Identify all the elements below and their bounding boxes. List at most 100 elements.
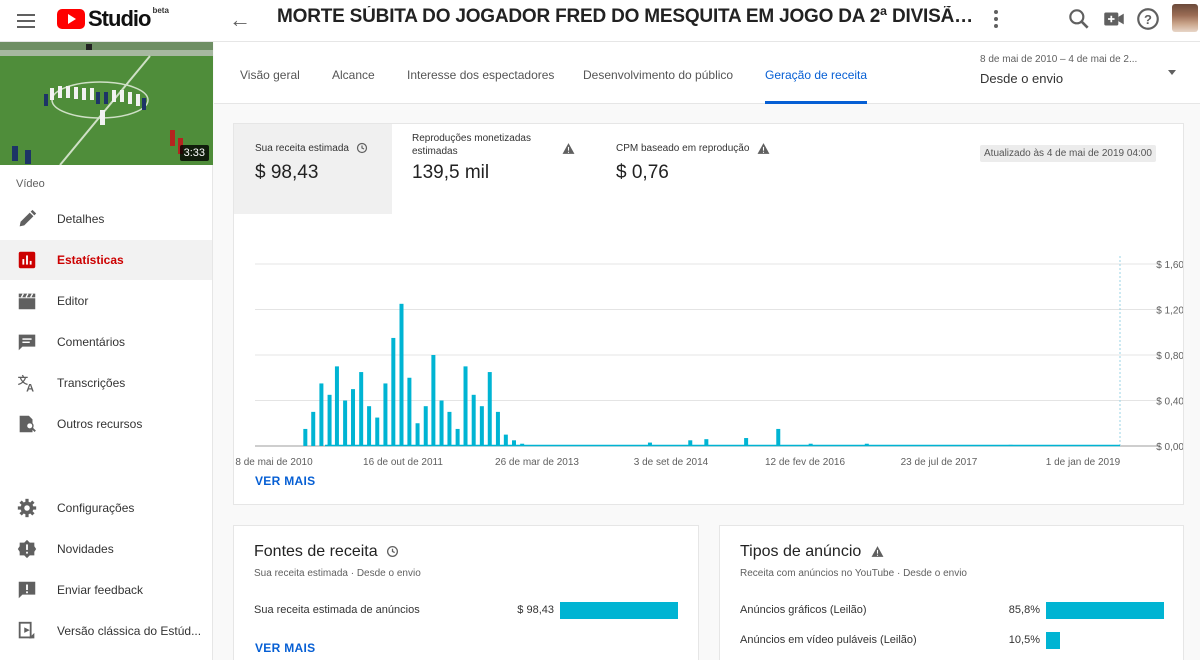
create-video-icon[interactable] [1101, 6, 1127, 32]
sidebar-item-label: Transcrições [57, 376, 126, 390]
feedback-icon [18, 581, 36, 599]
x-tick-label: 26 de mar de 2013 [495, 457, 579, 468]
chevron-down-icon [1168, 70, 1176, 75]
x-tick-label: 8 de mai de 2010 [235, 457, 313, 468]
sidebar-item-other-features[interactable]: Outros recursos [0, 404, 212, 444]
sidebar-item-classic-studio[interactable]: Versão clássica do Estúd... [0, 611, 212, 651]
logo-text: Studio [88, 6, 151, 31]
hamburger-menu-icon[interactable] [14, 9, 38, 33]
sidebar-item-label: Configurações [57, 501, 135, 515]
revenue-source-bar-track [560, 602, 678, 619]
document-search-icon [19, 415, 36, 433]
sidebar-item-settings[interactable]: Configurações [0, 488, 212, 528]
revenue-mark [327, 394, 332, 446]
revenue-mark [423, 406, 428, 446]
warning-icon [562, 143, 575, 154]
date-range-value: Desde o envio [980, 71, 1064, 86]
revenue-mark [351, 389, 356, 446]
svg-text:A: A [26, 382, 34, 394]
see-more-link[interactable]: VER MAIS [255, 474, 315, 488]
x-tick-label: 23 de jul de 2017 [901, 457, 978, 468]
sidebar-item-whats-new[interactable]: Novidades [0, 529, 212, 569]
x-tick-label: 16 de out de 2011 [363, 457, 443, 468]
metric-monetized-playbacks[interactable]: Reproduções monetizadas estimadas 139,5 … [392, 124, 582, 214]
top-bar: Studio beta ← MORTE SÚBITA DO JOGADOR FR… [0, 0, 1200, 42]
search-icon[interactable] [1066, 6, 1092, 32]
revenue-mark [311, 411, 316, 446]
sidebar-item-label: Novidades [57, 542, 114, 556]
revenue-mark [343, 400, 348, 446]
back-arrow-icon[interactable]: ← [229, 8, 251, 32]
sidebar-item-label: Outros recursos [57, 417, 143, 431]
revenue-mark [407, 377, 412, 446]
revenue-mark [431, 355, 436, 446]
revenue-mark [487, 372, 492, 446]
revenue-mark [447, 411, 452, 446]
video-duration: 3:33 [179, 145, 209, 161]
sidebar-item-details[interactable]: Detalhes [0, 199, 212, 239]
translate-icon: 文 A [18, 374, 34, 394]
revenue-mark [503, 434, 508, 446]
ad-type-bar-track [1046, 632, 1164, 649]
metric-estimated-revenue[interactable]: Sua receita estimada $ 98,43 [234, 124, 392, 214]
y-tick-label: $ 0,80 [1156, 351, 1183, 362]
sidebar-item-transcriptions[interactable]: 文 A Transcrições [0, 363, 212, 403]
sidebar-item-label: Estatísticas [57, 253, 124, 267]
date-range-selector[interactable]: 8 de mai de 2010 – 4 de mai de 2... Desd… [980, 54, 1180, 86]
clapperboard-icon [18, 293, 36, 310]
help-icon[interactable]: ? [1135, 6, 1161, 32]
tab-overview[interactable]: Visão geral [240, 68, 300, 104]
sidebar-item-comments[interactable]: Comentários [0, 322, 212, 362]
sidebar-item-editor[interactable]: Editor [0, 281, 212, 321]
revenue-mark [391, 337, 396, 446]
warning-icon [871, 546, 884, 558]
svg-text:?: ? [1144, 12, 1152, 27]
revenue-mark [367, 406, 372, 446]
beta-badge: beta [152, 5, 169, 15]
tab-audience[interactable]: Desenvolvimento do público [583, 68, 733, 104]
sidebar-item-send-feedback[interactable]: Enviar feedback [0, 570, 212, 610]
revenue-chart: $ 0,00 $ 0,40 $ 0,80 $ 1,20 $ 1,60 8 de mai d… [235, 256, 1183, 468]
pencil-icon [19, 209, 37, 227]
revenue-mark [359, 372, 364, 446]
youtube-studio-logo[interactable]: Studio beta [57, 6, 169, 32]
sidebar: 3:33 Vídeo Detalhes Estatísticas Editor … [0, 42, 213, 660]
see-more-link[interactable]: VER MAIS [255, 641, 315, 655]
revenue-chart-card: Sua receita estimada $ 98,43 Reproduções… [233, 123, 1184, 505]
alert-badge-icon [17, 539, 37, 559]
sidebar-item-analytics[interactable]: Estatísticas [0, 240, 212, 280]
tab-revenue[interactable]: Geração de receita [765, 68, 868, 104]
revenue-source-label: Sua receita estimada de anúncios [254, 604, 420, 616]
metric-label: CPM baseado em reprodução [616, 142, 770, 155]
analytics-icon [18, 251, 36, 269]
revenue-mark [776, 428, 781, 446]
tab-reach[interactable]: Alcance [332, 68, 375, 104]
ad-type-bar-track [1046, 602, 1164, 619]
revenue-mark [303, 428, 308, 446]
metric-label-text: CPM baseado em reprodução [616, 143, 750, 155]
sidebar-section-label: Vídeo [16, 178, 45, 190]
y-tick-label: $ 0,40 [1156, 397, 1183, 408]
card-title: Tipos de anúncio [740, 543, 884, 561]
x-tick-label: 3 de set de 2014 [634, 457, 709, 468]
x-tick-label: 1 de jan de 2019 [1046, 457, 1121, 468]
revenue-mark [399, 303, 404, 446]
revenue-mark [463, 366, 468, 446]
more-options-icon[interactable] [988, 8, 1004, 30]
revenue-mark [334, 366, 339, 446]
tab-engagement[interactable]: Interesse dos espectadores [407, 68, 554, 104]
metric-cpm[interactable]: CPM baseado em reprodução $ 0,76 [596, 124, 796, 214]
revenue-source-bar [560, 602, 678, 619]
revenue-mark [455, 428, 460, 446]
account-avatar[interactable] [1172, 4, 1198, 32]
ad-type-label: Anúncios gráficos (Leilão) [740, 604, 867, 616]
ad-type-label: Anúncios em vídeo puláveis (Leilão) [740, 634, 917, 646]
main-content: Visão geral Alcance Interesse dos espect… [214, 42, 1200, 660]
revenue-sources-card: Fontes de receita Sua receita estimada ·… [233, 525, 699, 660]
revenue-mark [479, 406, 484, 446]
y-tick-label: $ 0,00 [1156, 442, 1183, 453]
video-thumbnail[interactable]: 3:33 [0, 42, 213, 165]
metric-label: Reproduções monetizadas estimadas [412, 133, 531, 157]
classic-studio-icon [18, 621, 35, 639]
video-title: MORTE SÚBITA DO JOGADOR FRED DO MESQUITA… [277, 6, 977, 27]
